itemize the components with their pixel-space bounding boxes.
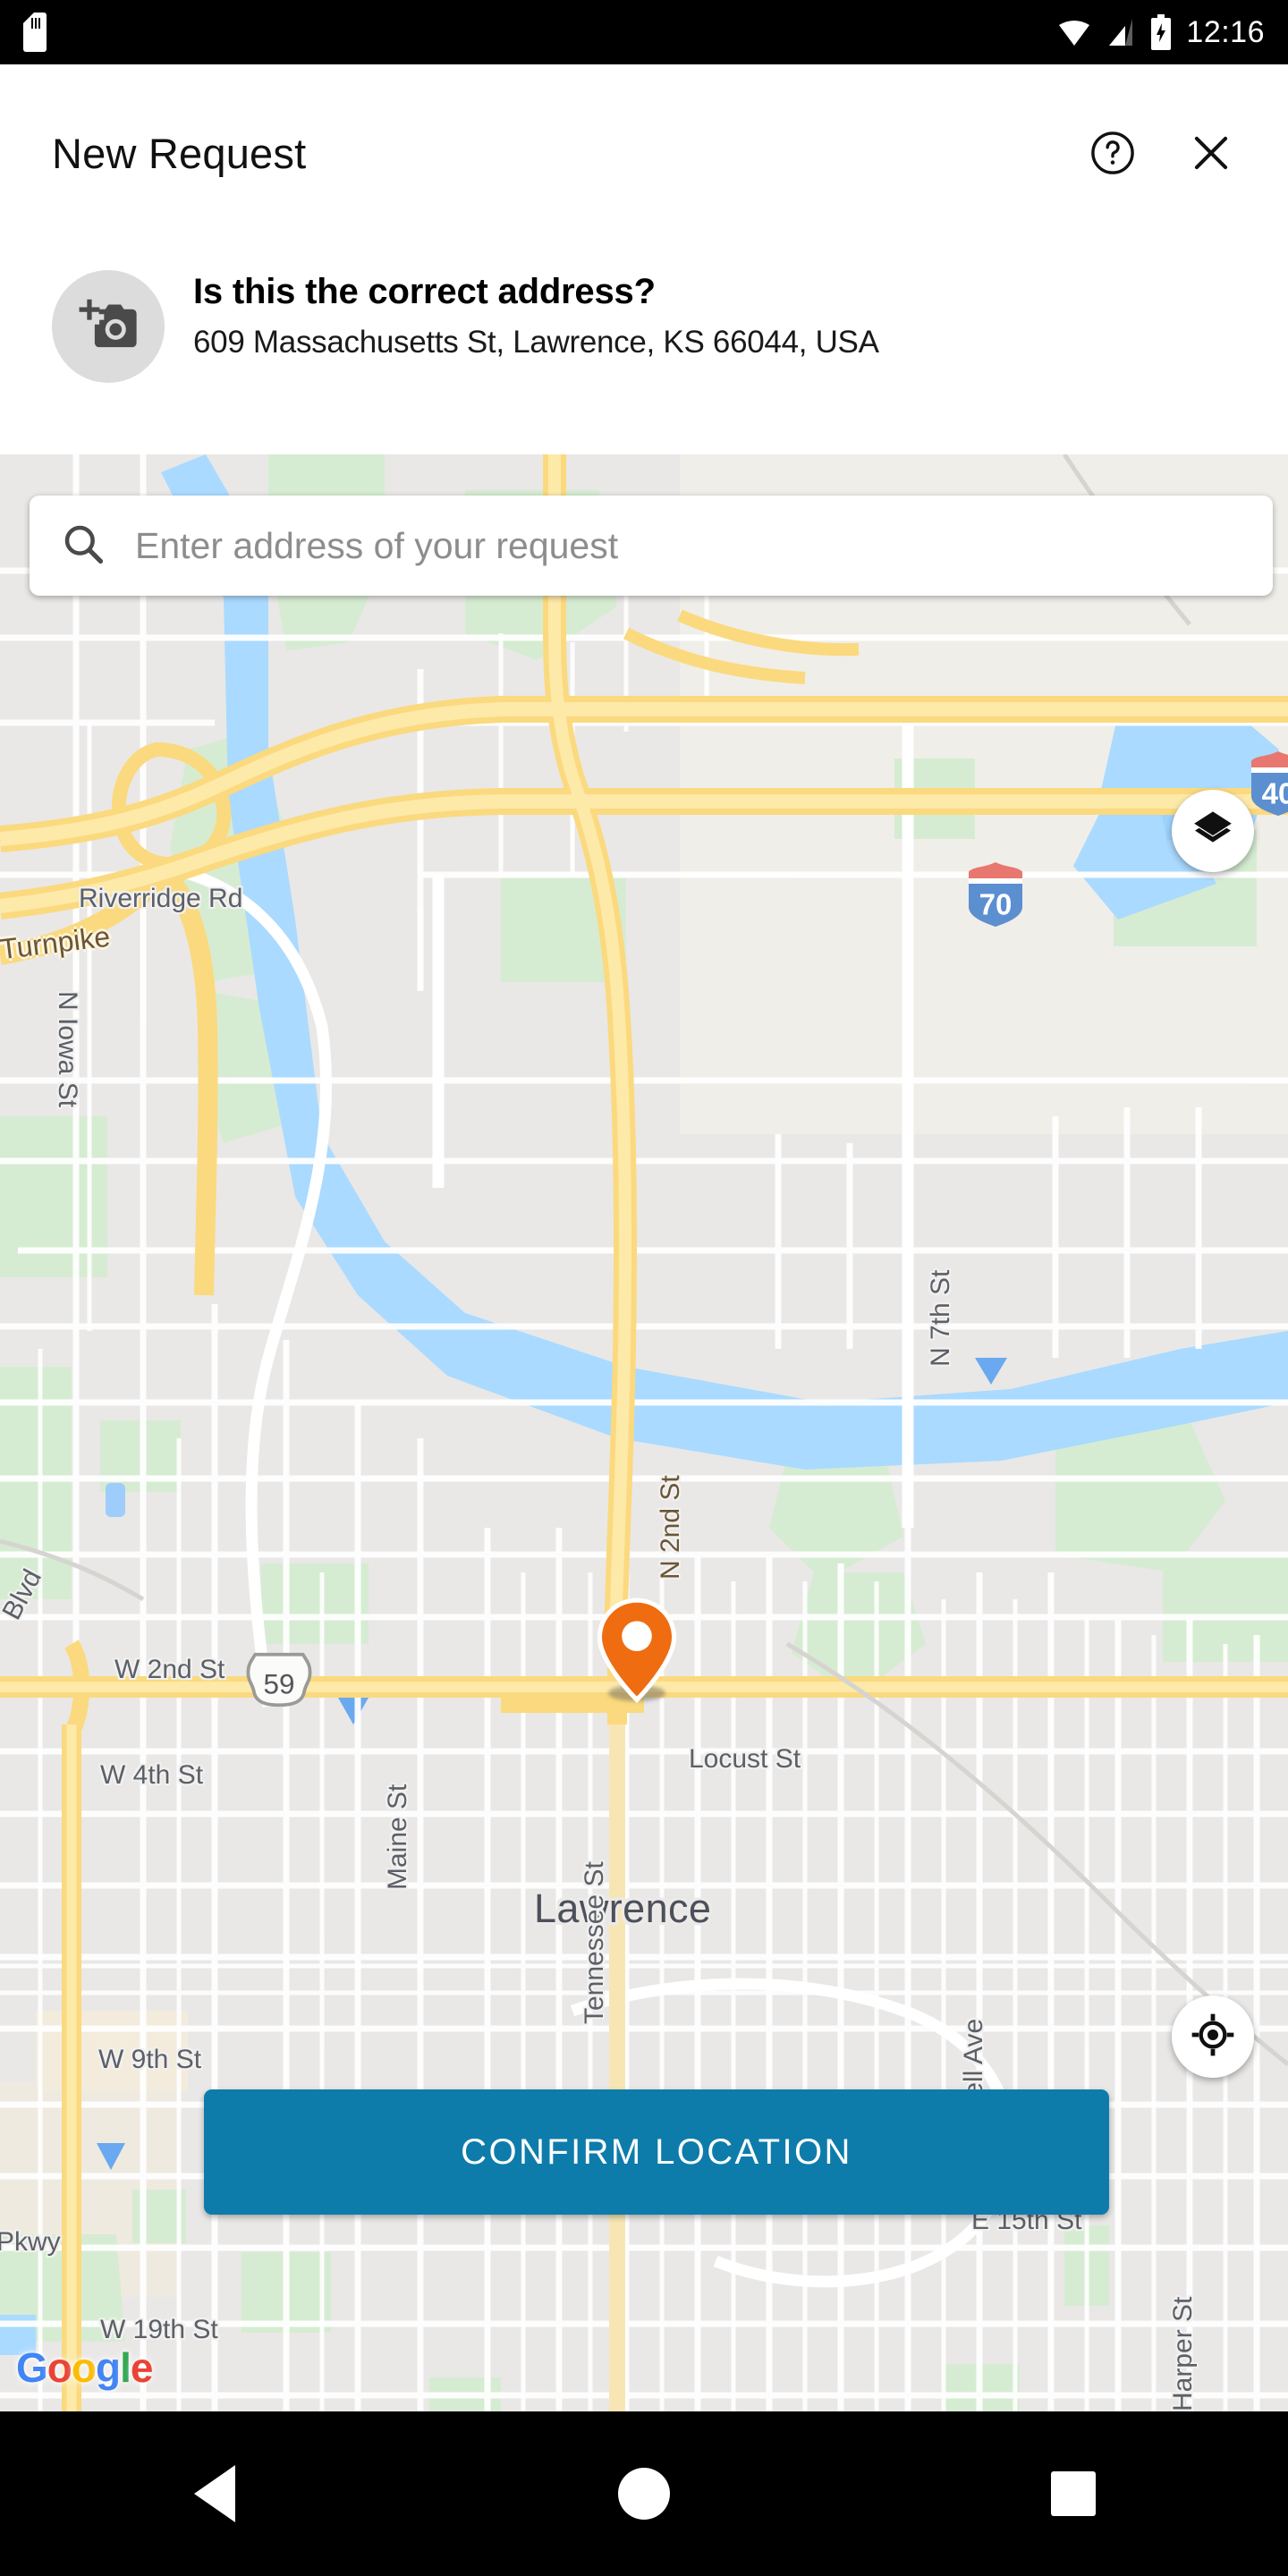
google-attribution-logo: Google (16, 2344, 153, 2391)
address-value: 609 Massachusetts St, Lawrence, KS 66044… (193, 325, 879, 360)
location-pin-marker[interactable] (596, 1597, 678, 1704)
route-shield-us59: 59 (243, 1650, 315, 1709)
my-location-crosshair-icon (1191, 2012, 1235, 2062)
confirm-location-button[interactable]: CONFIRM LOCATION (204, 2089, 1109, 2215)
home-circle-icon (618, 2468, 670, 2520)
my-location-button[interactable] (1172, 1996, 1254, 2078)
recents-button[interactable] (1020, 2440, 1127, 2547)
route-shield-i70: 70 (966, 860, 1025, 928)
close-icon[interactable] (1186, 128, 1236, 178)
route-shield-i40: 40 (1249, 750, 1288, 818)
wifi-icon (1057, 19, 1091, 46)
address-text-block: Is this the correct address? 609 Massach… (193, 261, 879, 360)
header-actions (1088, 128, 1236, 178)
search-icon (60, 521, 106, 572)
address-prompt-card: Is this the correct address? 609 Massach… (0, 242, 1288, 454)
android-navigation-bar (0, 2411, 1288, 2576)
search-input[interactable] (135, 524, 1164, 567)
status-bar: 12:16 (0, 0, 1288, 64)
svg-text:59: 59 (264, 1669, 295, 1700)
battery-charging-icon (1150, 14, 1172, 50)
layers-icon (1191, 807, 1235, 856)
back-triangle-icon (194, 2465, 235, 2522)
app-header: New Request (0, 64, 1288, 242)
address-question: Is this the correct address? (193, 272, 656, 311)
status-bar-right: 12:16 (1057, 14, 1265, 50)
add-photo-camera-icon[interactable] (52, 270, 165, 383)
status-bar-clock: 12:16 (1186, 14, 1265, 49)
map-view[interactable]: Park Riverridge Rd Turnpike N Iowa St N … (0, 454, 1288, 2411)
recents-square-icon (1051, 2471, 1096, 2516)
sd-card-icon (23, 13, 47, 52)
page-title: New Request (52, 129, 307, 177)
svg-text:40: 40 (1262, 777, 1288, 810)
help-circle-icon[interactable] (1088, 128, 1138, 178)
home-button[interactable] (590, 2440, 698, 2547)
status-bar-left (23, 13, 47, 52)
back-button[interactable] (161, 2440, 268, 2547)
svg-text:70: 70 (979, 888, 1013, 921)
address-search-bar[interactable] (30, 496, 1273, 596)
cellular-signal-icon (1106, 19, 1136, 46)
map-layers-button[interactable] (1172, 790, 1254, 872)
